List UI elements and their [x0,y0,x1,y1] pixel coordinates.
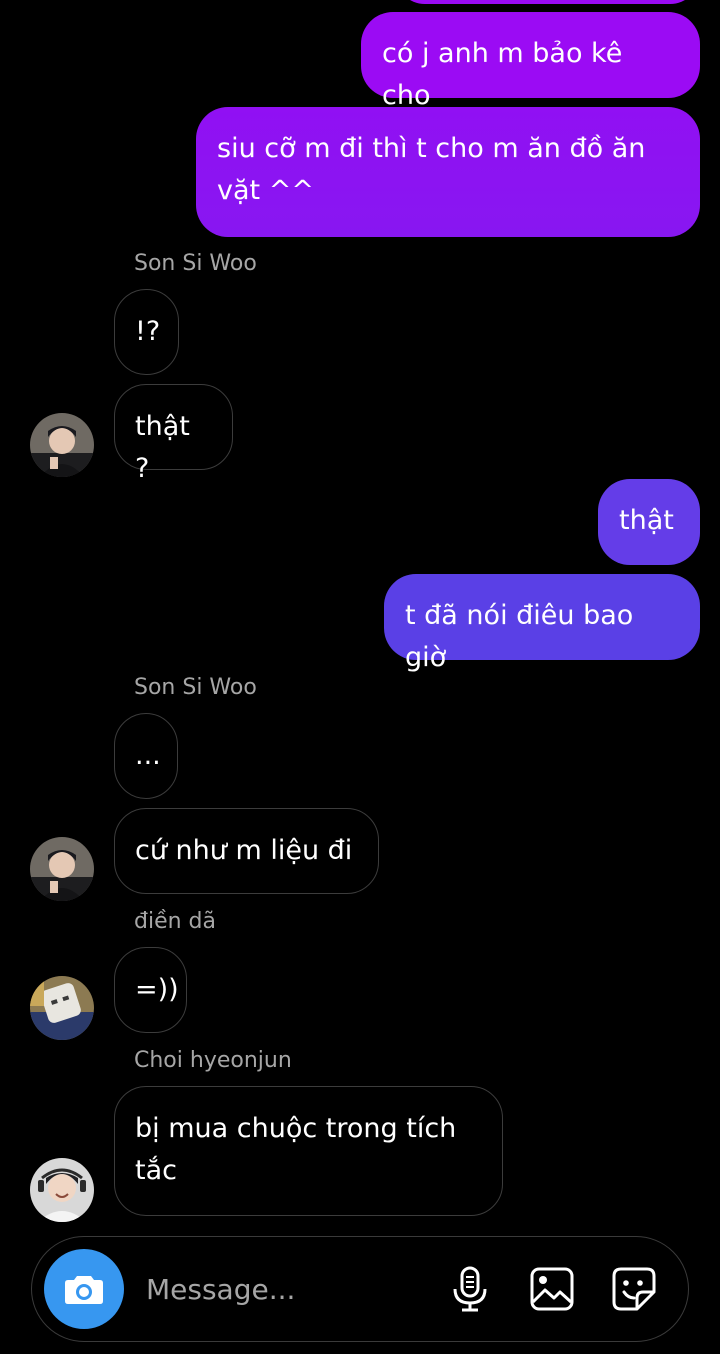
chat-screen: có j anh m bảo kê cho siu cỡ m đi thì t … [0,0,720,1354]
avatar-image [30,837,94,901]
avatar-image [30,976,94,1040]
previous-message-bubble[interactable] [395,0,700,4]
microphone-icon [453,1266,487,1312]
incoming-message[interactable]: cứ như m liệu đi [114,808,379,894]
message-input[interactable] [144,1263,428,1315]
outgoing-message[interactable]: có j anh m bảo kê cho [361,12,700,111]
gallery-icon [530,1267,574,1311]
avatar-son-si-woo[interactable] [30,837,94,901]
avatar-image [30,413,94,477]
sender-name: điền dã [134,909,216,934]
avatar-dien-da[interactable] [30,976,94,1040]
sticker-icon [612,1267,656,1311]
outgoing-message[interactable]: thật [598,479,700,565]
avatar-image [30,1158,94,1222]
incoming-message[interactable]: ... [114,713,178,799]
incoming-message[interactable]: bị mua chuộc trong tích tắc [114,1086,503,1216]
outgoing-message[interactable]: t đã nói điêu bao giờ [384,574,700,673]
sender-name: Choi hyeonjun [134,1048,292,1073]
incoming-message[interactable]: thật ? [114,384,233,484]
avatar-choi-hyeonjun[interactable] [30,1158,94,1222]
camera-button[interactable] [44,1249,124,1329]
sender-name: Son Si Woo [134,675,257,700]
sticker-button[interactable] [610,1265,658,1313]
microphone-button[interactable] [446,1265,494,1313]
camera-icon [65,1276,103,1304]
sender-name: Son Si Woo [134,251,257,276]
outgoing-message[interactable]: siu cỡ m đi thì t cho m ăn đồ ăn vặt ^^ [196,107,700,237]
avatar-son-si-woo[interactable] [30,413,94,477]
incoming-message[interactable]: =)) [114,947,187,1033]
gallery-button[interactable] [528,1265,576,1313]
incoming-message[interactable]: !? [114,289,179,375]
message-composer [31,1236,689,1342]
